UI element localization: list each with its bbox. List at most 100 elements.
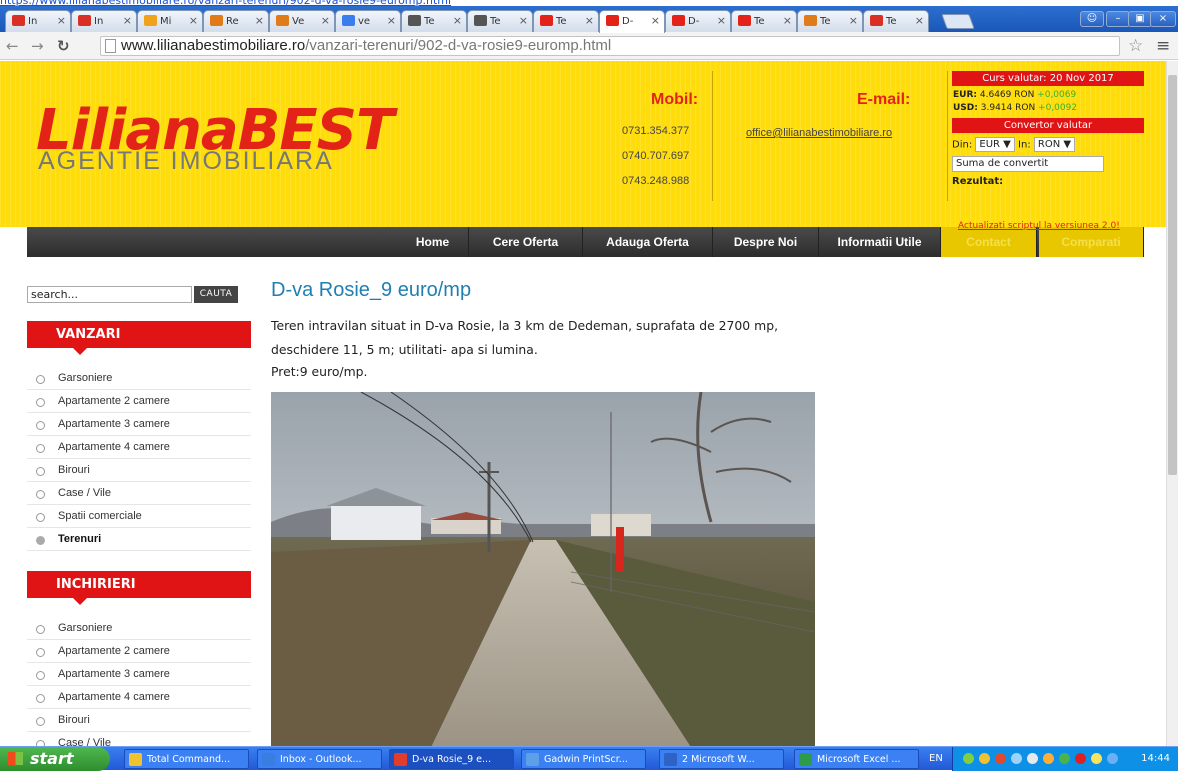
task-label: D-va Rosie_9 e...	[412, 754, 492, 765]
tab-close-icon[interactable]: ×	[717, 14, 726, 27]
start-button[interactable]: start	[0, 747, 110, 771]
tab-14[interactable]: Te ×	[863, 10, 929, 32]
tab-9[interactable]: Te ×	[533, 10, 599, 32]
taskbar-task-2[interactable]: Inbox - Outlook...	[257, 749, 382, 769]
tab-close-icon[interactable]: ×	[783, 14, 792, 27]
tab-2[interactable]: In ×	[71, 10, 137, 32]
tray-icon[interactable]	[1107, 753, 1118, 764]
sidebar-item-rent_items-6[interactable]: Case / Vile	[27, 732, 251, 746]
profile-icon[interactable]: ☺	[1080, 11, 1104, 27]
tray-icon[interactable]	[963, 753, 974, 764]
address-toolbar: ← → ↻ www.lilianabestimobiliare.ro/vanza…	[0, 32, 1178, 60]
page-icon	[105, 39, 116, 53]
sidebar-item-sales_items-1[interactable]: Garsoniere	[27, 367, 251, 390]
tab-8[interactable]: Te ×	[467, 10, 533, 32]
nav-home[interactable]: Home	[397, 227, 469, 257]
sidebar-item-sales_items-6[interactable]: Case / Vile	[27, 482, 251, 505]
app-icon	[526, 753, 539, 766]
property-photo-image	[271, 392, 815, 746]
sidebar-item-rent_items-4[interactable]: Apartamente 4 camere	[27, 686, 251, 709]
sidebar-item-rent_items-5[interactable]: Birouri	[27, 709, 251, 732]
scrollbar-thumb[interactable]	[1168, 75, 1177, 475]
tab-12[interactable]: Te ×	[731, 10, 797, 32]
currency-widget: Curs valutar: 20 Nov 2017 EUR: 4.6469 RO…	[952, 71, 1144, 221]
nav-informatii-utile[interactable]: Informatii Utile	[819, 227, 941, 257]
tray-icon[interactable]	[979, 753, 990, 764]
reload-icon[interactable]: ↻	[57, 37, 70, 55]
tray-icon[interactable]	[1091, 753, 1102, 764]
tab-7[interactable]: Te ×	[401, 10, 467, 32]
language-indicator[interactable]: EN	[929, 747, 943, 771]
tab-close-icon[interactable]: ×	[453, 14, 462, 27]
tab-3[interactable]: Mi ×	[137, 10, 203, 32]
amount-input[interactable]: Suma de convertit	[952, 156, 1104, 172]
sidebar-item-sales_items-7[interactable]: Spatii comerciale	[27, 505, 251, 528]
url-input[interactable]: www.lilianabestimobiliare.ro/vanzari-ter…	[100, 36, 1120, 56]
tab-10[interactable]: D- ×	[599, 10, 665, 33]
from-currency-select[interactable]: EUR ▼	[975, 137, 1015, 152]
tray-icon[interactable]	[1011, 753, 1022, 764]
tab-close-icon[interactable]: ×	[321, 14, 330, 27]
taskbar-task-5[interactable]: 2 Microsoft W...	[659, 749, 784, 769]
taskbar-task-3[interactable]: D-va Rosie_9 e...	[389, 749, 514, 769]
tab-close-icon[interactable]: ×	[57, 14, 66, 27]
sidebar-item-sales_items-5[interactable]: Birouri	[27, 459, 251, 482]
tab-close-icon[interactable]: ×	[849, 14, 858, 27]
taskbar-task-1[interactable]: Total Command...	[124, 749, 249, 769]
search-button[interactable]: CAUTA	[194, 286, 238, 303]
menu-icon[interactable]: ≡	[1156, 36, 1170, 56]
nav-cere-oferta[interactable]: Cere Oferta	[469, 227, 583, 257]
forward-icon[interactable]: →	[31, 37, 44, 55]
tab-close-icon[interactable]: ×	[123, 14, 132, 27]
search-input[interactable]: search...	[27, 286, 192, 303]
tab-label: Te	[424, 16, 435, 27]
tray-icon[interactable]	[1075, 753, 1086, 764]
taskbar-task-4[interactable]: Gadwin PrintScr...	[521, 749, 646, 769]
tab-13[interactable]: Te ×	[797, 10, 863, 32]
property-photo[interactable]	[271, 392, 815, 746]
nav-despre-noi[interactable]: Despre Noi	[713, 227, 819, 257]
tab-6[interactable]: ve ×	[335, 10, 401, 32]
sidebar-item-sales_items-4[interactable]: Apartamente 4 camere	[27, 436, 251, 459]
tab-close-icon[interactable]: ×	[387, 14, 396, 27]
back-icon[interactable]: ←	[6, 37, 19, 55]
sidebar-item-rent_items-1[interactable]: Garsoniere	[27, 617, 251, 640]
tray-icon[interactable]	[1059, 753, 1070, 764]
tab-5[interactable]: Ve ×	[269, 10, 335, 32]
sidebar-item-sales_items-2[interactable]: Apartamente 2 camere	[27, 390, 251, 413]
tab-close-icon[interactable]: ×	[255, 14, 264, 27]
sidebar-item-rent_items-3[interactable]: Apartamente 3 camere	[27, 663, 251, 686]
maximize-button[interactable]: ▣	[1128, 11, 1152, 27]
minimize-button[interactable]: –	[1106, 11, 1130, 27]
taskbar-task-6[interactable]: Microsoft Excel ...	[794, 749, 919, 769]
nav-comparati[interactable]: Comparati	[1039, 227, 1144, 257]
page-scrollbar[interactable]	[1166, 61, 1178, 746]
sidebar-item-rent_items-2[interactable]: Apartamente 2 camere	[27, 640, 251, 663]
tab-4[interactable]: Re ×	[203, 10, 269, 32]
tab-11[interactable]: D- ×	[665, 10, 731, 32]
tray-icon[interactable]	[995, 753, 1006, 764]
tab-close-icon[interactable]: ×	[519, 14, 528, 27]
tab-close-icon[interactable]: ×	[915, 14, 924, 27]
tab-label: Te	[820, 16, 831, 27]
to-currency-select[interactable]: RON ▼	[1033, 137, 1076, 152]
tab-1[interactable]: In ×	[5, 10, 71, 32]
tab-label: Te	[886, 16, 897, 27]
email-link[interactable]: office@lilianabestimobiliare.ro	[746, 127, 892, 139]
nav-contact[interactable]: Contact	[941, 227, 1037, 257]
tray-icon[interactable]	[1043, 753, 1054, 764]
tab-close-icon[interactable]: ×	[189, 14, 198, 27]
tab-close-icon[interactable]: ×	[651, 14, 660, 27]
sidebar-item-sales_items-3[interactable]: Apartamente 3 camere	[27, 413, 251, 436]
sidebar-item-sales_items-8[interactable]: Terenuri	[27, 528, 251, 551]
new-tab-button[interactable]	[941, 14, 975, 29]
close-window-button[interactable]: ×	[1150, 11, 1176, 27]
app-icon	[129, 753, 142, 766]
update-script-link[interactable]: Actualizati scriptul la versiunea 2.0!	[958, 221, 1120, 231]
tab-label: Mi	[160, 16, 172, 27]
app-icon	[664, 753, 677, 766]
bookmark-star-icon[interactable]: ☆	[1128, 36, 1143, 56]
nav-adauga-oferta[interactable]: Adauga Oferta	[583, 227, 713, 257]
tray-icon[interactable]	[1027, 753, 1038, 764]
tab-close-icon[interactable]: ×	[585, 14, 594, 27]
